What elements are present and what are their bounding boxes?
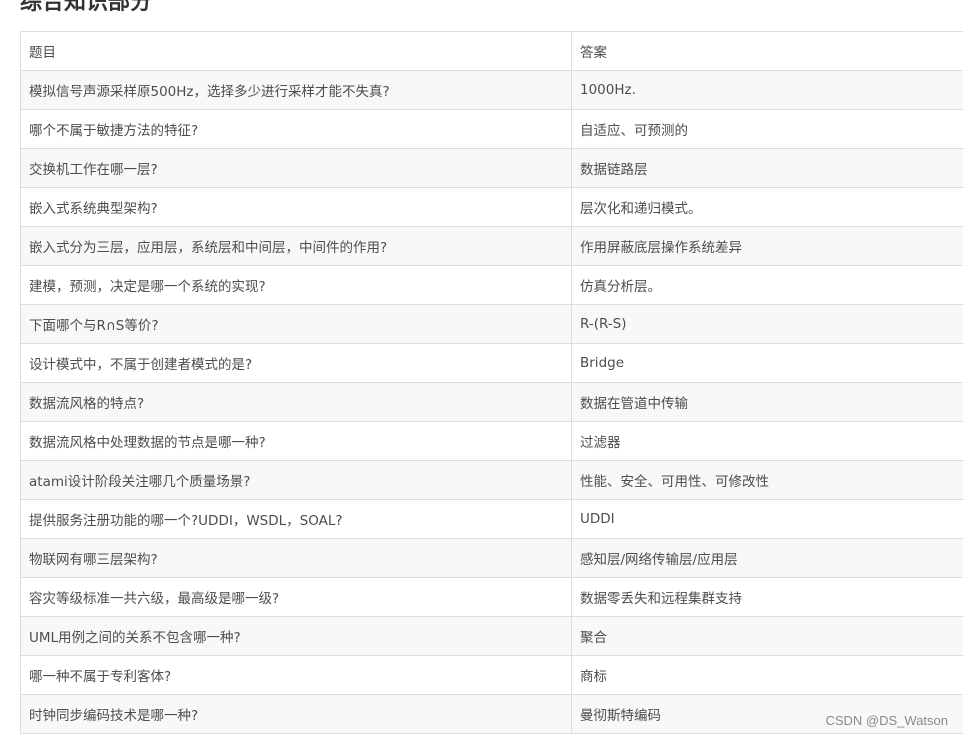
question-cell: 数据流风格的特点?	[20, 382, 572, 422]
question-cell: 设计模式中，不属于创建者模式的是?	[20, 343, 572, 383]
section-title: 综合知识部分	[20, 0, 153, 15]
table-row: 数据流风格中处理数据的节点是哪一种? 过滤器	[20, 421, 963, 461]
table-row: 交换机工作在哪一层? 数据链路层	[20, 148, 963, 188]
table-row: 哪一种不属于专利客体? 商标	[20, 655, 963, 695]
answer-cell: 性能、安全、可用性、可修改性	[571, 460, 963, 500]
table-row: 提供服务注册功能的哪一个?UDDI，WSDL，SOAL? UDDI	[20, 499, 963, 539]
answer-cell: 数据链路层	[571, 148, 963, 188]
table-row: UML用例之间的关系不包含哪一种? 聚合	[20, 616, 963, 656]
answer-cell: R-(R-S)	[571, 304, 963, 344]
question-cell: 嵌入式系统典型架构?	[20, 187, 572, 227]
answer-cell: Bridge	[571, 343, 963, 383]
answer-cell: 感知层/网络传输层/应用层	[571, 538, 963, 578]
table-row: 嵌入式系统典型架构? 层次化和递归模式。	[20, 187, 963, 227]
table-row: 物联网有哪三层架构? 感知层/网络传输层/应用层	[20, 538, 963, 578]
table-row: atami设计阶段关注哪几个质量场景? 性能、安全、可用性、可修改性	[20, 460, 963, 500]
csdn-watermark: CSDN @DS_Watson	[825, 713, 948, 728]
table-row: 容灾等级标准一共六级，最高级是哪一级? 数据零丢失和远程集群支持	[20, 577, 963, 617]
question-cell: 物联网有哪三层架构?	[20, 538, 572, 578]
answer-cell: 数据零丢失和远程集群支持	[571, 577, 963, 617]
answer-cell: 作用屏蔽底层操作系统差异	[571, 226, 963, 266]
question-cell: 嵌入式分为三层，应用层，系统层和中间层，中间件的作用?	[20, 226, 572, 266]
question-cell: 容灾等级标准一共六级，最高级是哪一级?	[20, 577, 572, 617]
question-cell: atami设计阶段关注哪几个质量场景?	[20, 460, 572, 500]
table-row: 下面哪个与R∩S等价? R-(R-S)	[20, 304, 963, 344]
answer-cell: 仿真分析层。	[571, 265, 963, 305]
answer-cell: 聚合	[571, 616, 963, 656]
answer-cell: 层次化和递归模式。	[571, 187, 963, 227]
question-cell: 建模，预测，决定是哪一个系统的实现?	[20, 265, 572, 305]
question-cell: UML用例之间的关系不包含哪一种?	[20, 616, 572, 656]
table-row: 建模，预测，决定是哪一个系统的实现? 仿真分析层。	[20, 265, 963, 305]
table-row: 嵌入式分为三层，应用层，系统层和中间层，中间件的作用? 作用屏蔽底层操作系统差异	[20, 226, 963, 266]
table-header: 题目 答案	[20, 31, 963, 71]
answer-cell: 数据在管道中传输	[571, 382, 963, 422]
question-cell: 时钟同步编码技术是哪一种?	[20, 694, 572, 734]
header-answer: 答案	[571, 31, 963, 71]
question-cell: 数据流风格中处理数据的节点是哪一种?	[20, 421, 572, 461]
question-cell: 哪一种不属于专利客体?	[20, 655, 572, 695]
table-row: 数据流风格的特点? 数据在管道中传输	[20, 382, 963, 422]
table-row: 模拟信号声源采样原500Hz，选择多少进行采样才能不失真? 1000Hz.	[20, 70, 963, 110]
table-row: 设计模式中，不属于创建者模式的是? Bridge	[20, 343, 963, 383]
page: 综合知识部分 题目 答案 模拟信号声源采样原500Hz，选择多少进行采样才能不失…	[0, 0, 963, 736]
answer-cell: 过滤器	[571, 421, 963, 461]
answer-cell: 商标	[571, 655, 963, 695]
question-cell: 提供服务注册功能的哪一个?UDDI，WSDL，SOAL?	[20, 499, 572, 539]
answer-cell: UDDI	[571, 499, 963, 539]
qa-table: 题目 答案 模拟信号声源采样原500Hz，选择多少进行采样才能不失真? 1000H…	[20, 31, 963, 734]
header-row: 题目 答案	[20, 31, 963, 71]
answer-cell: 自适应、可预测的	[571, 109, 963, 149]
answer-cell: 1000Hz.	[571, 70, 963, 110]
table-body: 模拟信号声源采样原500Hz，选择多少进行采样才能不失真? 1000Hz. 哪个不…	[20, 70, 963, 734]
question-cell: 下面哪个与R∩S等价?	[20, 304, 572, 344]
table-row: 哪个不属于敏捷方法的特征? 自适应、可预测的	[20, 109, 963, 149]
question-cell: 交换机工作在哪一层?	[20, 148, 572, 188]
question-cell: 哪个不属于敏捷方法的特征?	[20, 109, 572, 149]
table-row: 时钟同步编码技术是哪一种? 曼彻斯特编码	[20, 694, 963, 734]
header-question: 题目	[20, 31, 572, 71]
question-cell: 模拟信号声源采样原500Hz，选择多少进行采样才能不失真?	[20, 70, 572, 110]
